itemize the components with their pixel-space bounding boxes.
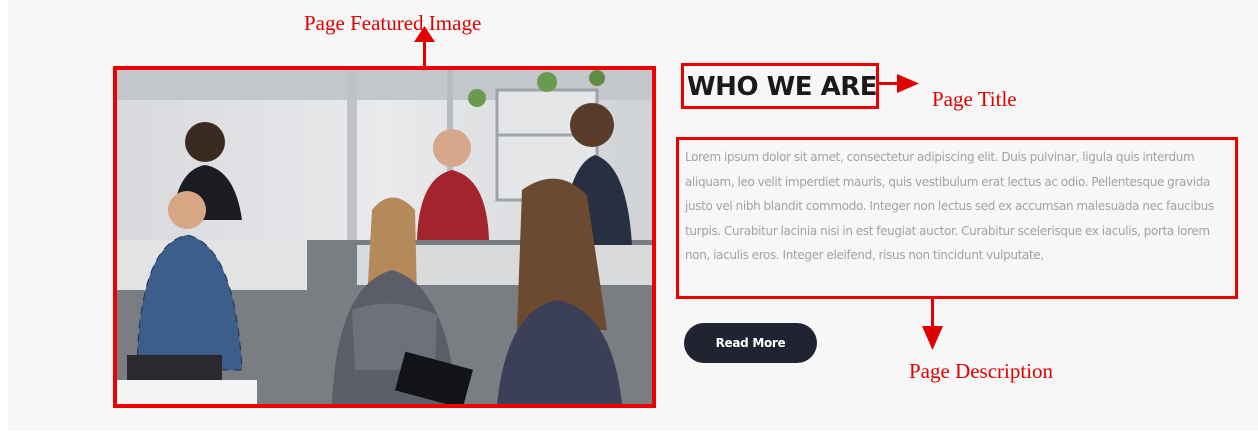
read-more-button[interactable]: Read More bbox=[684, 323, 817, 363]
arrow-right-icon bbox=[897, 74, 919, 93]
description-arrow-shaft bbox=[931, 299, 934, 329]
page-description: Lorem ipsum dolor sit amet, consectetur … bbox=[685, 150, 1214, 262]
arrow-up-icon bbox=[414, 26, 435, 42]
featured-image-annotation-label: Page Featured Image bbox=[304, 11, 482, 35]
page-title-annotation-label: Page Title bbox=[932, 87, 1017, 111]
page-featured-image bbox=[113, 66, 656, 408]
page-description-annotation-label: Page Description bbox=[909, 359, 1054, 383]
title-arrow-shaft bbox=[879, 82, 899, 85]
team-meeting-photo bbox=[117, 70, 652, 404]
arrow-down-icon bbox=[922, 326, 943, 350]
page-title: WHO WE ARE bbox=[687, 72, 878, 102]
